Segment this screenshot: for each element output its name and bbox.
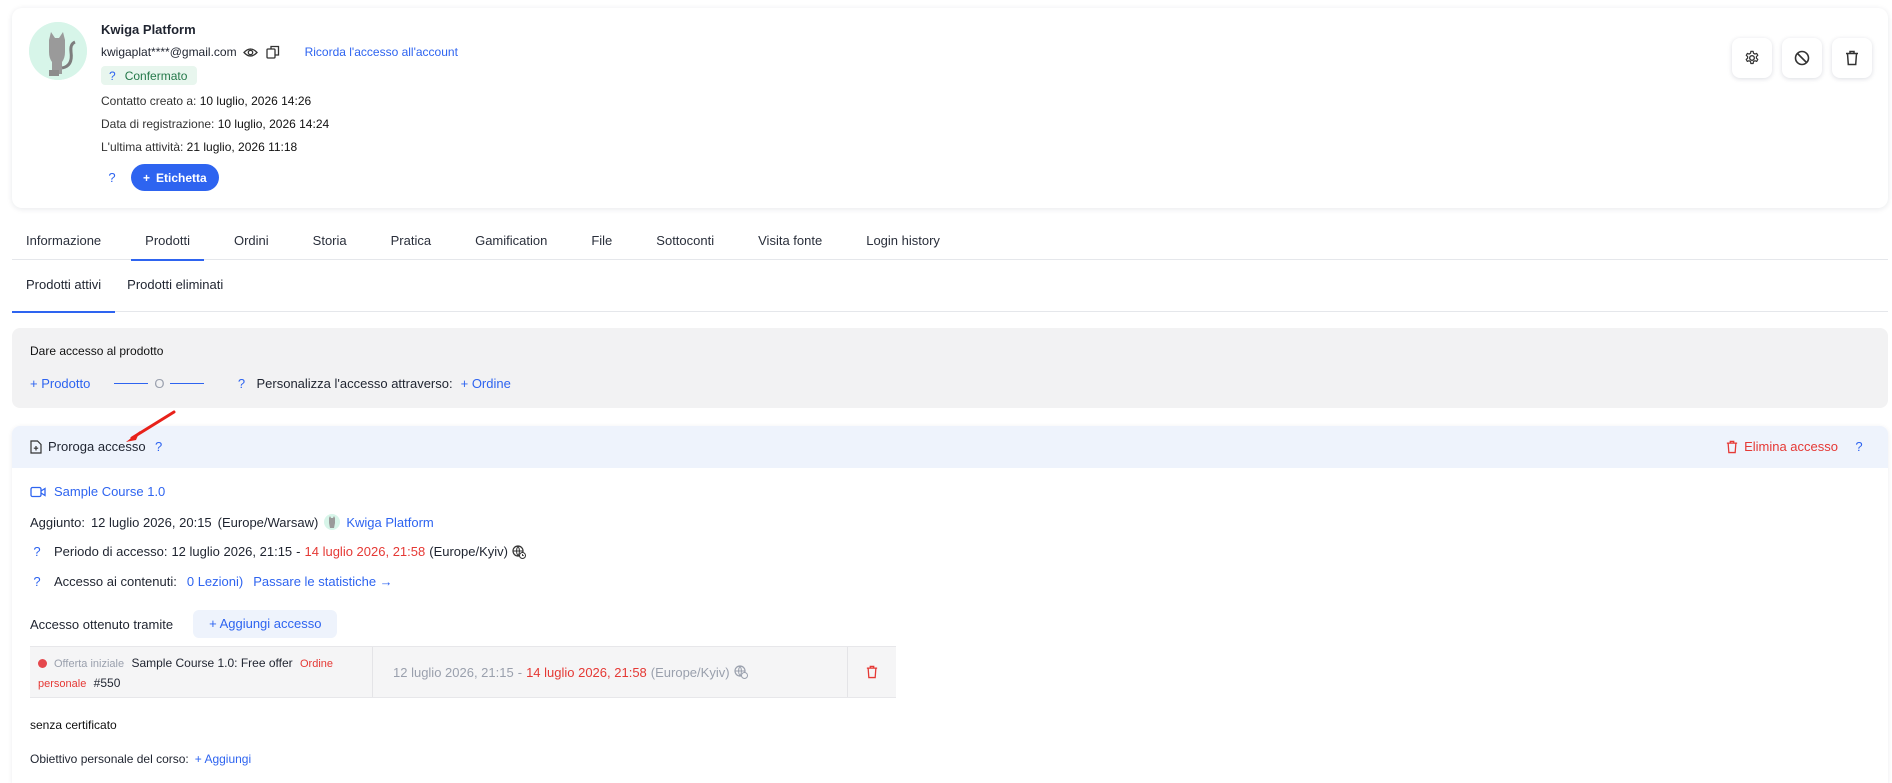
block-button[interactable] bbox=[1782, 38, 1822, 78]
copy-icon[interactable] bbox=[265, 44, 281, 60]
added-timezone: (Europe/Warsaw) bbox=[217, 514, 319, 530]
tab-file[interactable]: File bbox=[577, 222, 626, 260]
trash-icon bbox=[1846, 50, 1858, 66]
order-type-2: personale bbox=[38, 678, 87, 690]
period-dash: - bbox=[296, 544, 301, 559]
content-help-icon[interactable]: ? bbox=[30, 574, 44, 589]
tab-sottoconti[interactable]: Sottoconti bbox=[642, 222, 728, 260]
delete-access-button[interactable]: Elimina accesso bbox=[1744, 439, 1838, 454]
status-badge: ? Confermato bbox=[101, 66, 198, 85]
tab-pratica[interactable]: Pratica bbox=[377, 222, 445, 260]
delete-contact-button[interactable] bbox=[1832, 38, 1872, 78]
video-course-icon bbox=[30, 486, 46, 497]
created-value: 10 luglio, 2026 14:26 bbox=[199, 94, 312, 108]
contact-email: kwigaplat****@gmail.com bbox=[101, 45, 237, 59]
added-label: Aggiunto: bbox=[30, 514, 85, 530]
period-end: 14 luglio 2026, 21:58 bbox=[304, 544, 426, 559]
add-access-button[interactable]: + Aggiungi accesso bbox=[193, 610, 338, 638]
trash-icon bbox=[1726, 440, 1738, 453]
order-type-1: Ordine bbox=[300, 658, 334, 670]
status-help-icon[interactable]: ? bbox=[109, 69, 116, 83]
last-activity-label: L'ultima attività: bbox=[101, 140, 184, 154]
settings-button[interactable] bbox=[1732, 38, 1772, 78]
status-text: Confermato bbox=[124, 68, 188, 83]
add-goal-link[interactable]: + Aggiungi bbox=[195, 752, 251, 766]
tab-informazione[interactable]: Informazione bbox=[12, 222, 115, 260]
add-product-link[interactable]: + Prodotto bbox=[30, 376, 90, 391]
row-start: 12 luglio 2026, 21:15 bbox=[393, 664, 514, 680]
created-label: Contatto creato a: bbox=[101, 94, 197, 108]
globe-clock-icon bbox=[512, 544, 526, 559]
last-activity-value: 21 luglio, 2026 11:18 bbox=[186, 140, 298, 154]
plus-icon: + bbox=[143, 170, 151, 185]
access-source-row: Offerta iniziale Sample Course 1.0: Free… bbox=[30, 646, 896, 698]
row-end: 14 luglio 2026, 21:58 bbox=[526, 664, 647, 680]
subtab-deleted-products[interactable]: Prodotti eliminati bbox=[115, 266, 235, 312]
eye-icon[interactable] bbox=[243, 44, 259, 60]
period-label: Periodo di accesso: bbox=[54, 544, 168, 559]
tab-visita-fonte[interactable]: Visita fonte bbox=[744, 222, 836, 260]
author-avatar-icon bbox=[324, 514, 341, 530]
tab-ordini[interactable]: Ordini bbox=[220, 222, 283, 260]
contact-name: Kwiga Platform bbox=[101, 22, 196, 37]
subtab-active-products[interactable]: Prodotti attivi bbox=[12, 266, 116, 313]
row-timezone: (Europe/Kyiv) bbox=[650, 664, 730, 680]
obtained-via-label: Accesso ottenuto tramite bbox=[30, 616, 174, 632]
globe-clock-icon bbox=[733, 665, 748, 679]
row-dash: - bbox=[517, 664, 523, 680]
give-access-title: Dare accesso al prodotto bbox=[30, 344, 164, 358]
block-icon bbox=[1794, 50, 1810, 66]
give-access-box: Dare accesso al prodotto + Prodotto O ? … bbox=[12, 328, 1888, 408]
add-order-link[interactable]: + Ordine bbox=[461, 376, 511, 391]
order-number[interactable]: #550 bbox=[94, 676, 121, 690]
or-separator: O bbox=[114, 376, 205, 391]
custom-access-help-icon[interactable]: ? bbox=[234, 376, 248, 391]
file-extend-icon bbox=[30, 439, 42, 454]
period-timezone: (Europe/Kyiv) bbox=[429, 544, 508, 559]
lessons-link[interactable]: 0 Lezioni) bbox=[187, 574, 243, 589]
view-stats-link[interactable]: Passare le statistiche → bbox=[253, 574, 392, 589]
contact-header-card: Kwiga Platform kwigaplat****@gmail.com R… bbox=[12, 8, 1888, 208]
goal-label: Obiettivo personale del corso: bbox=[30, 752, 189, 766]
tab-login-history[interactable]: Login history bbox=[852, 222, 954, 260]
registered-label: Data di registrazione: bbox=[101, 117, 215, 131]
added-by-link[interactable]: Kwiga Platform bbox=[346, 515, 433, 530]
status-dot bbox=[38, 659, 47, 669]
content-label: Accesso ai contenuti: bbox=[54, 574, 177, 589]
tab-gamification[interactable]: Gamification bbox=[461, 222, 561, 260]
add-tag-button-label: Etichetta bbox=[156, 170, 207, 185]
certificate-status: senza certificato bbox=[30, 718, 117, 732]
period-start: 12 luglio 2026, 21:15 bbox=[171, 544, 293, 559]
product-access-card: Proroga accesso ? Elimina accesso ? Samp… bbox=[12, 426, 1888, 783]
delete-access-row-button[interactable] bbox=[848, 647, 896, 697]
or-text: O bbox=[154, 376, 165, 391]
avatar bbox=[29, 22, 87, 80]
gear-icon bbox=[1745, 50, 1759, 65]
delete-access-help-icon[interactable]: ? bbox=[1852, 439, 1866, 454]
custom-access-label: Personalizza l'accesso attraverso: bbox=[256, 376, 453, 391]
offer-name: Sample Course 1.0: Free offer bbox=[131, 656, 293, 670]
main-tabs: Informazione Prodotti Ordini Storia Prat… bbox=[12, 222, 1888, 261]
period-help-icon[interactable]: ? bbox=[30, 544, 44, 559]
course-name-link[interactable]: Sample Course 1.0 bbox=[54, 484, 165, 499]
product-card-header: Proroga accesso ? Elimina accesso ? bbox=[12, 426, 1888, 468]
tag-help-icon[interactable]: ? bbox=[105, 170, 119, 185]
add-tag-button[interactable]: + Etichetta bbox=[131, 164, 219, 191]
trash-icon bbox=[866, 665, 878, 679]
tab-prodotti[interactable]: Prodotti bbox=[131, 222, 204, 261]
annotation-arrow-icon bbox=[126, 410, 176, 442]
sub-tabs: Prodotti attivi Prodotti eliminati bbox=[12, 266, 1888, 313]
cat-avatar-icon bbox=[29, 22, 87, 80]
registered-value: 10 luglio, 2026 14:24 bbox=[217, 117, 330, 131]
added-value: 12 luglio 2026, 20:15 bbox=[90, 514, 212, 530]
offer-type: Offerta iniziale bbox=[54, 658, 125, 670]
remind-account-access-link[interactable]: Ricorda l'accesso all'account bbox=[305, 44, 458, 60]
tab-storia[interactable]: Storia bbox=[299, 222, 361, 260]
